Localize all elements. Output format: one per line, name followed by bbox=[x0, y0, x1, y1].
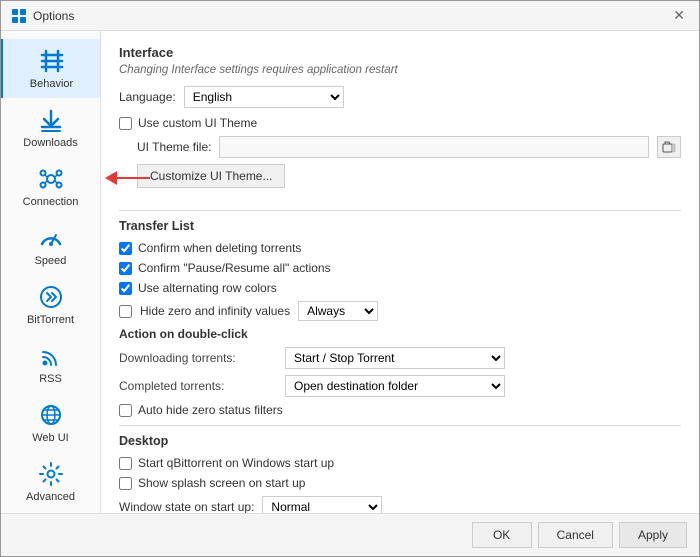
window-state-row: Window state on start up: Normal Minimiz… bbox=[119, 496, 681, 513]
hide-zero-checkbox[interactable] bbox=[119, 305, 132, 318]
main-content: Behavior Downloads bbox=[1, 31, 699, 513]
theme-file-row: UI Theme file: bbox=[137, 136, 681, 158]
window-state-label: Window state on start up: bbox=[119, 500, 254, 513]
connection-icon bbox=[37, 165, 65, 193]
sidebar-item-bittorrent[interactable]: BitTorrent bbox=[1, 275, 100, 334]
show-splash-row: Show splash screen on start up bbox=[119, 476, 681, 490]
customize-ui-theme-button[interactable]: Customize UI Theme... bbox=[137, 164, 285, 188]
behavior-icon bbox=[38, 47, 66, 75]
custom-theme-row: Use custom UI Theme bbox=[119, 116, 681, 130]
confirm-delete-label: Confirm when deleting torrents bbox=[138, 241, 301, 255]
confirm-pause-row: Confirm "Pause/Resume all" actions bbox=[119, 261, 681, 275]
main-panel: Interface Changing Interface settings re… bbox=[101, 31, 699, 513]
bottom-bar: OK Cancel Apply bbox=[1, 513, 699, 556]
confirm-pause-label: Confirm "Pause/Resume all" actions bbox=[138, 261, 331, 275]
sidebar-item-webui[interactable]: Web UI bbox=[1, 393, 100, 452]
confirm-delete-checkbox[interactable] bbox=[119, 242, 132, 255]
hide-zero-select[interactable]: Always Never When active bbox=[298, 301, 378, 321]
sidebar-item-connection[interactable]: Connection bbox=[1, 157, 100, 216]
bittorrent-icon bbox=[37, 283, 65, 311]
downloading-label: Downloading torrents: bbox=[119, 351, 279, 365]
sidebar-label-speed: Speed bbox=[35, 255, 67, 267]
sidebar-item-advanced[interactable]: Advanced bbox=[1, 452, 100, 511]
alternating-checkbox[interactable] bbox=[119, 282, 132, 295]
rss-icon bbox=[37, 342, 65, 370]
downloading-select[interactable]: Start / Stop Torrent Open Pause Remove bbox=[285, 347, 505, 369]
completed-select[interactable]: Open destination folder Start / Stop Tor… bbox=[285, 375, 505, 397]
sidebar-label-advanced: Advanced bbox=[26, 491, 75, 503]
theme-file-label: UI Theme file: bbox=[137, 140, 211, 154]
confirm-pause-checkbox[interactable] bbox=[119, 262, 132, 275]
completed-label: Completed torrents: bbox=[119, 379, 279, 393]
sidebar-label-behavior: Behavior bbox=[30, 78, 73, 90]
theme-file-input[interactable] bbox=[219, 136, 649, 158]
sidebar-label-bittorrent: BitTorrent bbox=[27, 314, 74, 326]
auto-hide-row: Auto hide zero status filters bbox=[119, 403, 681, 417]
action-double-click-title: Action on double-click bbox=[119, 327, 681, 341]
language-select[interactable]: English French German Spanish bbox=[184, 86, 344, 108]
custom-theme-label: Use custom UI Theme bbox=[138, 116, 257, 130]
language-label: Language: bbox=[119, 90, 176, 104]
hide-zero-label: Hide zero and infinity values bbox=[140, 304, 290, 318]
show-splash-label: Show splash screen on start up bbox=[138, 476, 305, 490]
separator-1 bbox=[119, 210, 681, 211]
sidebar-item-rss[interactable]: RSS bbox=[1, 334, 100, 393]
auto-hide-checkbox[interactable] bbox=[119, 404, 132, 417]
ok-button[interactable]: OK bbox=[472, 522, 532, 548]
arrow-pointer bbox=[105, 171, 150, 188]
sidebar-item-downloads[interactable]: Downloads bbox=[1, 98, 100, 157]
close-button[interactable]: ✕ bbox=[669, 7, 689, 24]
desktop-title: Desktop bbox=[119, 434, 681, 448]
window-state-select[interactable]: Normal Minimized Maximized bbox=[262, 496, 382, 513]
hide-zero-row: Hide zero and infinity values Always Nev… bbox=[119, 301, 681, 321]
auto-hide-label: Auto hide zero status filters bbox=[138, 403, 283, 417]
customize-area: Customize UI Theme... bbox=[119, 164, 681, 200]
options-window: Options ✕ Behavior bbox=[0, 0, 700, 557]
window-icon bbox=[11, 8, 27, 24]
start-qbit-checkbox[interactable] bbox=[119, 457, 132, 470]
apply-button[interactable]: Apply bbox=[619, 522, 687, 548]
show-splash-checkbox[interactable] bbox=[119, 477, 132, 490]
interface-title: Interface bbox=[119, 45, 681, 60]
custom-theme-checkbox[interactable] bbox=[119, 117, 132, 130]
webui-icon bbox=[37, 401, 65, 429]
alternating-row: Use alternating row colors bbox=[119, 281, 681, 295]
downloading-row: Downloading torrents: Start / Stop Torre… bbox=[119, 347, 681, 369]
sidebar-label-webui: Web UI bbox=[32, 432, 68, 444]
alternating-label: Use alternating row colors bbox=[138, 281, 277, 295]
speed-icon bbox=[37, 224, 65, 252]
separator-2 bbox=[119, 425, 681, 426]
advanced-icon bbox=[37, 460, 65, 488]
cancel-button[interactable]: Cancel bbox=[538, 522, 613, 548]
downloads-icon bbox=[37, 106, 65, 134]
window-title: Options bbox=[33, 9, 74, 23]
interface-subtitle: Changing Interface settings requires app… bbox=[119, 64, 681, 76]
sidebar-item-behavior[interactable]: Behavior bbox=[1, 39, 100, 98]
start-qbit-row: Start qBittorrent on Windows start up bbox=[119, 456, 681, 470]
start-qbit-label: Start qBittorrent on Windows start up bbox=[138, 456, 334, 470]
sidebar: Behavior Downloads bbox=[1, 31, 101, 513]
sidebar-item-speed[interactable]: Speed bbox=[1, 216, 100, 275]
sidebar-label-connection: Connection bbox=[23, 196, 79, 208]
completed-row: Completed torrents: Open destination fol… bbox=[119, 375, 681, 397]
language-row: Language: English French German Spanish bbox=[119, 86, 681, 108]
sidebar-label-rss: RSS bbox=[39, 373, 62, 385]
confirm-delete-row: Confirm when deleting torrents bbox=[119, 241, 681, 255]
transfer-list-title: Transfer List bbox=[119, 219, 681, 233]
browse-button[interactable] bbox=[657, 136, 681, 158]
sidebar-label-downloads: Downloads bbox=[23, 137, 77, 149]
title-bar: Options ✕ bbox=[1, 1, 699, 31]
